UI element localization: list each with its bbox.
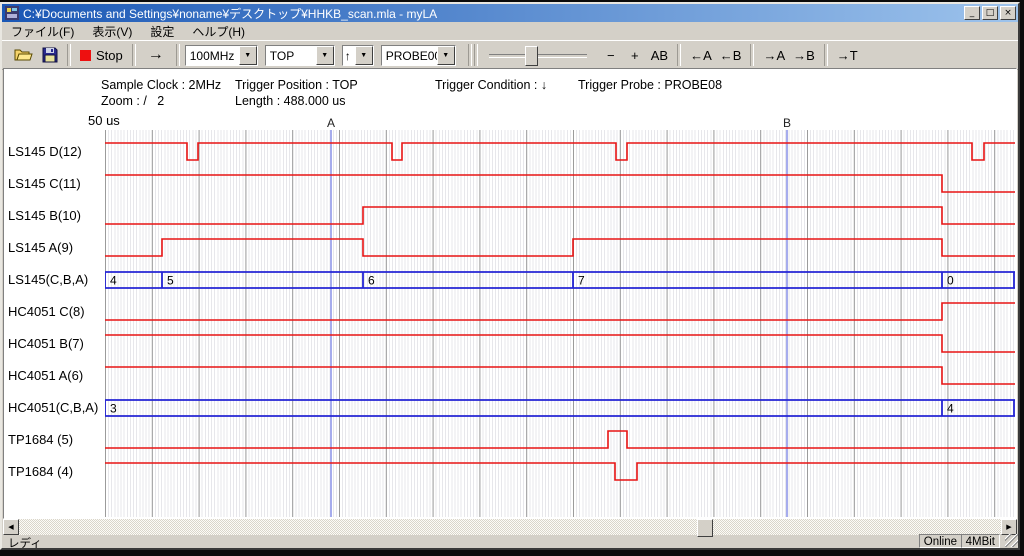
toolbar: Stop → 100MHz ▼ TOP ▼ ↑ ▼ PROBE00 ▼ − + … — [2, 40, 1018, 70]
trigger-probe-value: PROBE00 — [382, 46, 437, 65]
scroll-right-button[interactable]: ▶ — [1001, 519, 1017, 535]
stop-button[interactable]: Stop — [76, 43, 127, 67]
channel-trace — [105, 143, 1015, 160]
channel-label: LS145 D(12) — [8, 144, 104, 160]
marker-label-A[interactable]: A — [327, 116, 335, 130]
bus-value: 5 — [167, 274, 174, 288]
open-folder-icon — [14, 47, 34, 63]
resize-grip[interactable] — [1005, 534, 1018, 547]
app-window: C:¥Documents and Settings¥noname¥デスクトップ¥… — [0, 2, 1020, 550]
menu-settings[interactable]: 設定 — [141, 21, 183, 42]
goto-trigger-button[interactable]: →T — [833, 43, 862, 67]
channel-label: LS145 B(10) — [8, 208, 104, 224]
bus-value: 4 — [110, 274, 117, 288]
toolbar-separator — [468, 44, 472, 66]
run-button[interactable]: → — [141, 43, 171, 67]
horizontal-scrollbar[interactable]: ◀ ▶ — [3, 519, 1017, 535]
chevron-down-icon[interactable]: ▼ — [239, 46, 257, 65]
channel-label: TP1684 (5) — [8, 432, 104, 448]
channel-label: LS145 C(11) — [8, 176, 104, 192]
channel-trace — [105, 431, 1015, 448]
channel-trace — [105, 463, 1015, 480]
maximize-button[interactable]: □ — [982, 6, 998, 20]
sample-rate-value: 100MHz — [186, 46, 239, 65]
trigger-position-combo[interactable]: TOP ▼ — [265, 45, 335, 66]
toolbar-separator — [132, 44, 136, 66]
set-marker-a-button[interactable]: →A — [759, 43, 789, 67]
floppy-icon — [42, 47, 58, 63]
bus-value: 0 — [947, 274, 954, 288]
channel-label: HC4051 A(6) — [8, 368, 104, 384]
trigger-edge-combo[interactable]: ↑ ▼ — [342, 45, 374, 66]
slider-track — [489, 54, 587, 58]
toolbar-separator — [824, 44, 828, 66]
menubar: ファイル(F) 表示(V) 設定 ヘルプ(H) — [2, 22, 1018, 40]
marker-label-B[interactable]: B — [783, 116, 791, 130]
toolbar-separator — [176, 44, 180, 66]
toolbar-separator — [677, 44, 681, 66]
waveform-plot[interactable]: 4 5 6 7 0 3 4 — [105, 130, 1015, 517]
chevron-down-icon[interactable]: ▼ — [437, 46, 455, 65]
goto-marker-a-button[interactable]: ←A — [686, 43, 716, 67]
channel-label: TP1684 (4) — [8, 464, 104, 480]
channel-trace — [105, 239, 1015, 256]
trigger-condition-label: Trigger Condition : ↓ — [435, 78, 547, 92]
toolbar-separator — [750, 44, 754, 66]
channel-label: LS145 A(9) — [8, 240, 104, 256]
sample-rate-combo[interactable]: 100MHz ▼ — [185, 45, 258, 66]
channel-trace — [105, 335, 1015, 352]
minimize-button[interactable]: _ — [964, 6, 980, 20]
toolbar-separator — [67, 44, 71, 66]
waveform-panel: Sample Clock : 2MHz Trigger Position : T… — [3, 68, 1017, 519]
trigger-edge-value: ↑ — [343, 46, 355, 65]
toolbar-separator — [474, 44, 478, 66]
zoom-ab-button[interactable]: AB — [647, 43, 672, 67]
bus-value: 7 — [578, 274, 585, 288]
scroll-left-button[interactable]: ◀ — [3, 519, 19, 535]
zoom-in-button[interactable]: + — [623, 43, 647, 67]
menu-file[interactable]: ファイル(F) — [2, 21, 83, 42]
length-label: Length : 488.000 us — [235, 94, 346, 108]
channel-label: HC4051 C(8) — [8, 304, 104, 320]
close-button[interactable]: × — [1000, 6, 1016, 20]
chevron-down-icon[interactable]: ▼ — [316, 46, 334, 65]
titlebar[interactable]: C:¥Documents and Settings¥noname¥デスクトップ¥… — [2, 4, 1018, 22]
timebase-label: 50 us — [88, 113, 120, 128]
zoom-slider[interactable] — [489, 44, 587, 66]
chevron-down-icon[interactable]: ▼ — [355, 46, 373, 65]
stop-label: Stop — [96, 48, 123, 63]
bus-value: 3 — [110, 402, 117, 416]
channel-trace — [105, 175, 1015, 192]
memory-status-badge: 4MBit — [961, 534, 1000, 548]
slider-thumb[interactable] — [525, 46, 538, 66]
open-button[interactable] — [10, 43, 38, 67]
zoom-label: Zoom : / 2 — [101, 94, 164, 108]
trigger-position-value: TOP — [266, 46, 316, 65]
menu-view[interactable]: 表示(V) — [83, 21, 141, 42]
channel-label: HC4051(C,B,A) — [8, 400, 104, 416]
trigger-position-label: Trigger Position : TOP — [235, 78, 358, 92]
stop-icon — [80, 50, 91, 61]
window-title: C:¥Documents and Settings¥noname¥デスクトップ¥… — [23, 5, 960, 22]
goto-marker-b-button[interactable]: ←B — [716, 43, 746, 67]
trigger-probe-combo[interactable]: PROBE00 ▼ — [381, 45, 456, 66]
app-icon — [5, 6, 19, 20]
bus-value: 4 — [947, 402, 954, 416]
online-status-badge: Online — [919, 534, 962, 548]
zoom-out-button[interactable]: − — [599, 43, 623, 67]
trigger-probe-label: Trigger Probe : PROBE08 — [578, 78, 722, 92]
channel-trace — [105, 207, 1015, 224]
status-message: レディ — [8, 535, 42, 551]
channel-trace — [105, 367, 1015, 384]
bus-value: 6 — [368, 274, 375, 288]
sample-clock-label: Sample Clock : 2MHz — [101, 78, 221, 92]
statusbar: レディ Online 4MBit — [2, 535, 1018, 548]
menu-help[interactable]: ヘルプ(H) — [183, 21, 254, 42]
channel-label: HC4051 B(7) — [8, 336, 104, 352]
set-marker-b-button[interactable]: →B — [789, 43, 819, 67]
channel-trace — [105, 303, 1015, 320]
channel-label: LS145(C,B,A) — [8, 272, 104, 288]
save-button[interactable] — [38, 43, 62, 67]
